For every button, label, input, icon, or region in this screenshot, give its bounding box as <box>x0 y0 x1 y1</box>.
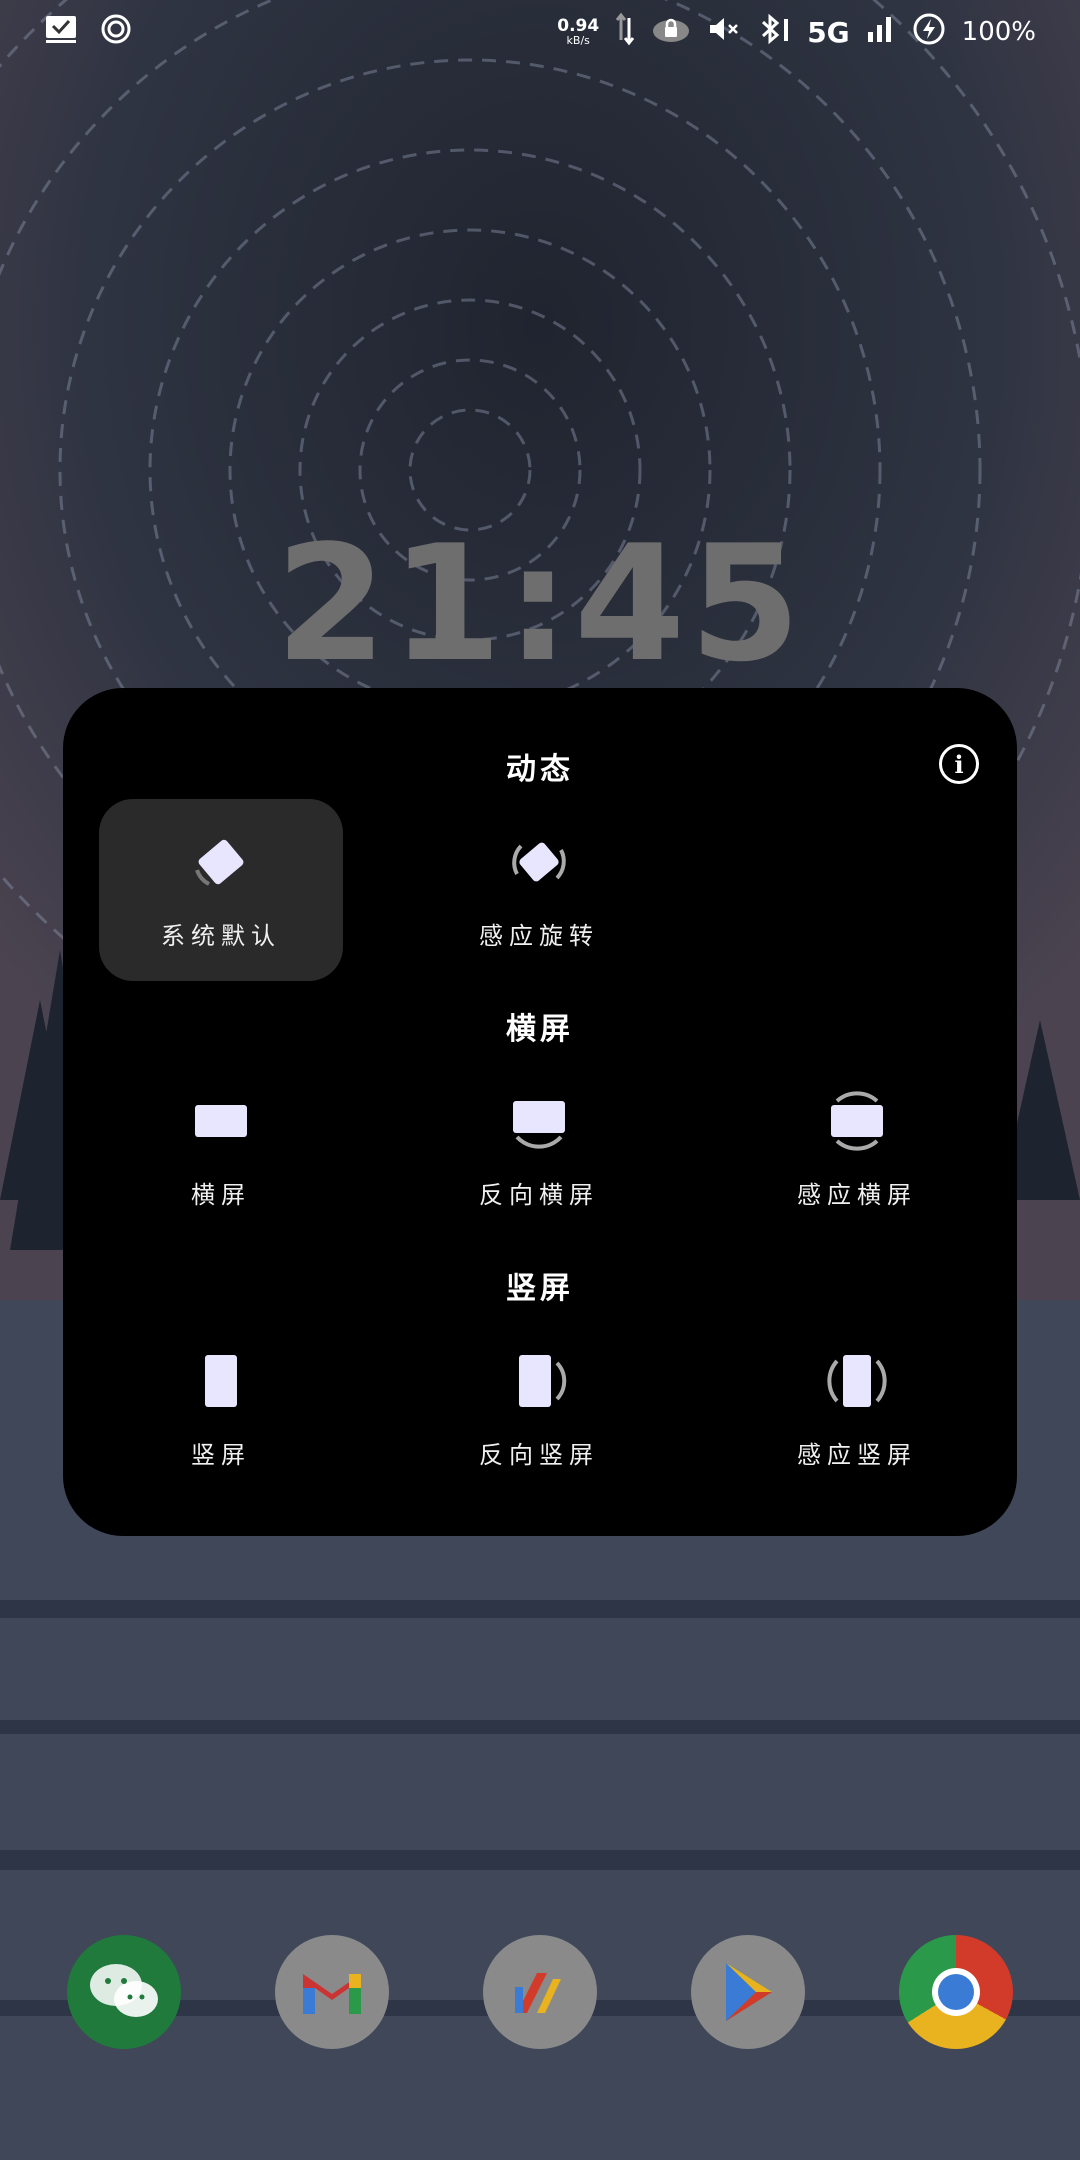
net-speed-value: 0.94 <box>557 16 600 36</box>
status-left <box>44 13 132 52</box>
option-auto-rotate[interactable]: 感应旋转 <box>417 799 661 981</box>
play-store-icon[interactable] <box>691 1935 805 2049</box>
option-label: 感应横屏 <box>797 1180 917 1209</box>
signal-icon <box>866 14 896 51</box>
option-reverse-portrait[interactable]: 反向竖屏 <box>417 1318 661 1500</box>
option-label: 横屏 <box>191 1180 251 1209</box>
status-right: 0.94 kB/s 5G 100% <box>557 12 1036 53</box>
network-type: 5G <box>807 15 850 49</box>
mute-icon <box>707 14 741 51</box>
app-dock <box>0 1935 1080 2055</box>
option-portrait[interactable]: 竖屏 <box>99 1318 343 1500</box>
sensor-portrait-icon <box>827 1354 887 1407</box>
option-label: 反向横屏 <box>479 1180 599 1209</box>
option-label: 感应旋转 <box>479 921 599 950</box>
section-title-dynamic: 动态 <box>506 752 574 787</box>
option-system-default[interactable]: 系统默认 <box>99 799 343 981</box>
checkbox-notification-icon <box>44 14 78 51</box>
option-label: 反向竖屏 <box>479 1440 599 1469</box>
reverse-landscape-icon <box>513 1100 565 1149</box>
option-label: 系统默认 <box>161 921 281 950</box>
auto-rotate-icon <box>512 842 566 881</box>
battery-charging-icon <box>912 12 946 53</box>
portrait-icon <box>205 1354 237 1407</box>
battery-level: 100% <box>961 17 1036 47</box>
option-label: 感应竖屏 <box>797 1440 917 1469</box>
system-default-icon <box>195 839 244 886</box>
data-transfer-icon <box>615 12 635 53</box>
section-title-landscape: 横屏 <box>506 1012 574 1047</box>
status-bar: 0.94 kB/s 5G 100% <box>0 0 1080 64</box>
bluetooth-icon <box>757 13 791 52</box>
reverse-portrait-icon <box>519 1354 567 1407</box>
sensor-landscape-icon <box>831 1090 883 1151</box>
option-landscape[interactable]: 横屏 <box>99 1058 343 1240</box>
rotation-panel: 动态 i 系统默认 感应旋转 横屏 横屏 反向横屏 感应横屏 竖屏 竖屏 反向竖… <box>63 688 1017 1536</box>
option-reverse-landscape[interactable]: 反向横屏 <box>417 1058 661 1240</box>
net-speed: 0.94 kB/s <box>557 16 600 47</box>
option-sensor-landscape[interactable]: 感应横屏 <box>735 1058 979 1240</box>
clock: 21:45 <box>275 510 805 697</box>
gmail-icon[interactable] <box>275 1935 389 2049</box>
landscape-icon <box>195 1104 247 1137</box>
cloud-lock-icon <box>651 14 691 51</box>
section-title-portrait: 竖屏 <box>506 1271 574 1306</box>
chrome-icon[interactable] <box>899 1935 1013 2049</box>
circle-notification-icon <box>100 13 132 52</box>
option-label: 竖屏 <box>191 1440 251 1469</box>
wechat-icon[interactable] <box>67 1935 181 2049</box>
info-icon[interactable]: i <box>939 744 979 784</box>
net-speed-unit: kB/s <box>566 34 590 47</box>
app-icon[interactable] <box>483 1935 597 2049</box>
option-sensor-portrait[interactable]: 感应竖屏 <box>735 1318 979 1500</box>
